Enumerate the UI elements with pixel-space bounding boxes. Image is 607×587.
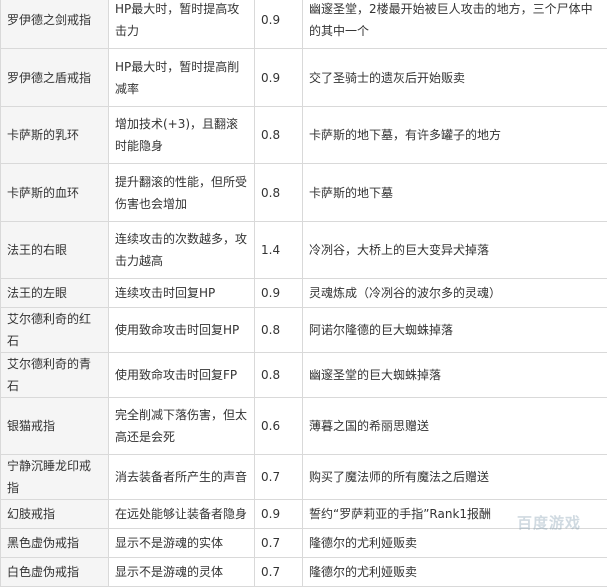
ring-location: 薄暮之国的希丽思赠送 <box>303 398 607 455</box>
table-row: 艾尔德利奇的红石 使用致命攻击时回复HP 0.8 阿诺尔隆德的巨大蜘蛛掉落 <box>1 308 607 353</box>
ring-name: 罗伊德之剑戒指 <box>1 0 109 49</box>
table-row: 罗伊德之盾戒指 HP最大时，暂时提高削减率 0.9 交了圣骑士的遗灰后开始贩卖 <box>1 49 607 107</box>
ring-effect: 显示不是游魂的灵体 <box>109 558 255 587</box>
ring-location: 隆德尔的尤利娅贩卖 <box>303 558 607 587</box>
ring-weight: 0.9 <box>255 0 303 49</box>
ring-effect: 增加技术(+3)，且翻滚时能隐身 <box>109 107 255 164</box>
ring-weight: 0.7 <box>255 529 303 558</box>
ring-name: 幻肢戒指 <box>1 500 109 529</box>
ring-effect: HP最大时，暂时提高削减率 <box>109 49 255 107</box>
ring-location: 阿诺尔隆德的巨大蜘蛛掉落 <box>303 308 607 353</box>
ring-name: 宁静沉睡龙印戒指 <box>1 455 109 500</box>
ring-location: 卡萨斯的地下墓，有许多罐子的地方 <box>303 107 607 164</box>
site-watermark: 百度游戏 <box>517 512 581 533</box>
ring-effect: 显示不是游魂的实体 <box>109 529 255 558</box>
table-row: 白色虚伪戒指 显示不是游魂的灵体 0.7 隆德尔的尤利娅贩卖 <box>1 558 607 587</box>
table-row: 宁静沉睡龙印戒指 消去装备者所产生的声音 0.7 购买了魔法师的所有魔法之后赠送 <box>1 455 607 500</box>
ring-effect: 连续攻击时回复HP <box>109 279 255 308</box>
ring-name: 银猫戒指 <box>1 398 109 455</box>
ring-name: 白色虚伪戒指 <box>1 558 109 587</box>
ring-effect: 使用致命攻击时回复FP <box>109 353 255 398</box>
table-row: 法王的左眼 连续攻击时回复HP 0.9 灵魂炼成（冷冽谷的波尔多的灵魂） <box>1 279 607 308</box>
ring-weight: 0.7 <box>255 455 303 500</box>
ring-name: 卡萨斯的乳环 <box>1 107 109 164</box>
ring-weight: 0.8 <box>255 353 303 398</box>
ring-location: 交了圣骑士的遗灰后开始贩卖 <box>303 49 607 107</box>
ring-location: 冷冽谷，大桥上的巨大变异犬掉落 <box>303 222 607 279</box>
ring-weight: 0.9 <box>255 49 303 107</box>
ring-weight: 1.4 <box>255 222 303 279</box>
table-row: 罗伊德之剑戒指 HP最大时，暂时提高攻击力 0.9 幽邃圣堂，2楼最开始被巨人攻… <box>1 0 607 49</box>
ring-weight: 0.7 <box>255 558 303 587</box>
ring-weight: 0.9 <box>255 279 303 308</box>
ring-location: 幽邃圣堂的巨大蜘蛛掉落 <box>303 353 607 398</box>
ring-table: 罗伊德之剑戒指 HP最大时，暂时提高攻击力 0.9 幽邃圣堂，2楼最开始被巨人攻… <box>0 0 607 587</box>
ring-name: 罗伊德之盾戒指 <box>1 49 109 107</box>
ring-name: 艾尔德利奇的青石 <box>1 353 109 398</box>
table-row: 卡萨斯的血环 提升翻滚的性能，但所受伤害也会增加 0.8 卡萨斯的地下墓 <box>1 164 607 222</box>
ring-effect: 在远处能够让装备者隐身 <box>109 500 255 529</box>
ring-effect: 消去装备者所产生的声音 <box>109 455 255 500</box>
ring-name: 黑色虚伪戒指 <box>1 529 109 558</box>
ring-effect: HP最大时，暂时提高攻击力 <box>109 0 255 49</box>
ring-name: 法王的右眼 <box>1 222 109 279</box>
table-row: 卡萨斯的乳环 增加技术(+3)，且翻滚时能隐身 0.8 卡萨斯的地下墓，有许多罐… <box>1 107 607 164</box>
ring-location: 灵魂炼成（冷冽谷的波尔多的灵魂） <box>303 279 607 308</box>
ring-weight: 0.8 <box>255 164 303 222</box>
ring-effect: 完全削减下落伤害，但太高还是会死 <box>109 398 255 455</box>
ring-weight: 0.6 <box>255 398 303 455</box>
ring-name: 卡萨斯的血环 <box>1 164 109 222</box>
ring-name: 法王的左眼 <box>1 279 109 308</box>
ring-weight: 0.8 <box>255 308 303 353</box>
ring-effect: 连续攻击的次数越多，攻击力越高 <box>109 222 255 279</box>
ring-location: 购买了魔法师的所有魔法之后赠送 <box>303 455 607 500</box>
ring-weight: 0.9 <box>255 500 303 529</box>
ring-name: 艾尔德利奇的红石 <box>1 308 109 353</box>
table-row: 银猫戒指 完全削减下落伤害，但太高还是会死 0.6 薄暮之国的希丽思赠送 <box>1 398 607 455</box>
table-row: 法王的右眼 连续攻击的次数越多，攻击力越高 1.4 冷冽谷，大桥上的巨大变异犬掉… <box>1 222 607 279</box>
ring-location: 卡萨斯的地下墓 <box>303 164 607 222</box>
ring-location: 幽邃圣堂，2楼最开始被巨人攻击的地方，三个尸体中的其中一个 <box>303 0 607 49</box>
ring-effect: 使用致命攻击时回复HP <box>109 308 255 353</box>
ring-effect: 提升翻滚的性能，但所受伤害也会增加 <box>109 164 255 222</box>
ring-weight: 0.8 <box>255 107 303 164</box>
table-row: 艾尔德利奇的青石 使用致命攻击时回复FP 0.8 幽邃圣堂的巨大蜘蛛掉落 <box>1 353 607 398</box>
